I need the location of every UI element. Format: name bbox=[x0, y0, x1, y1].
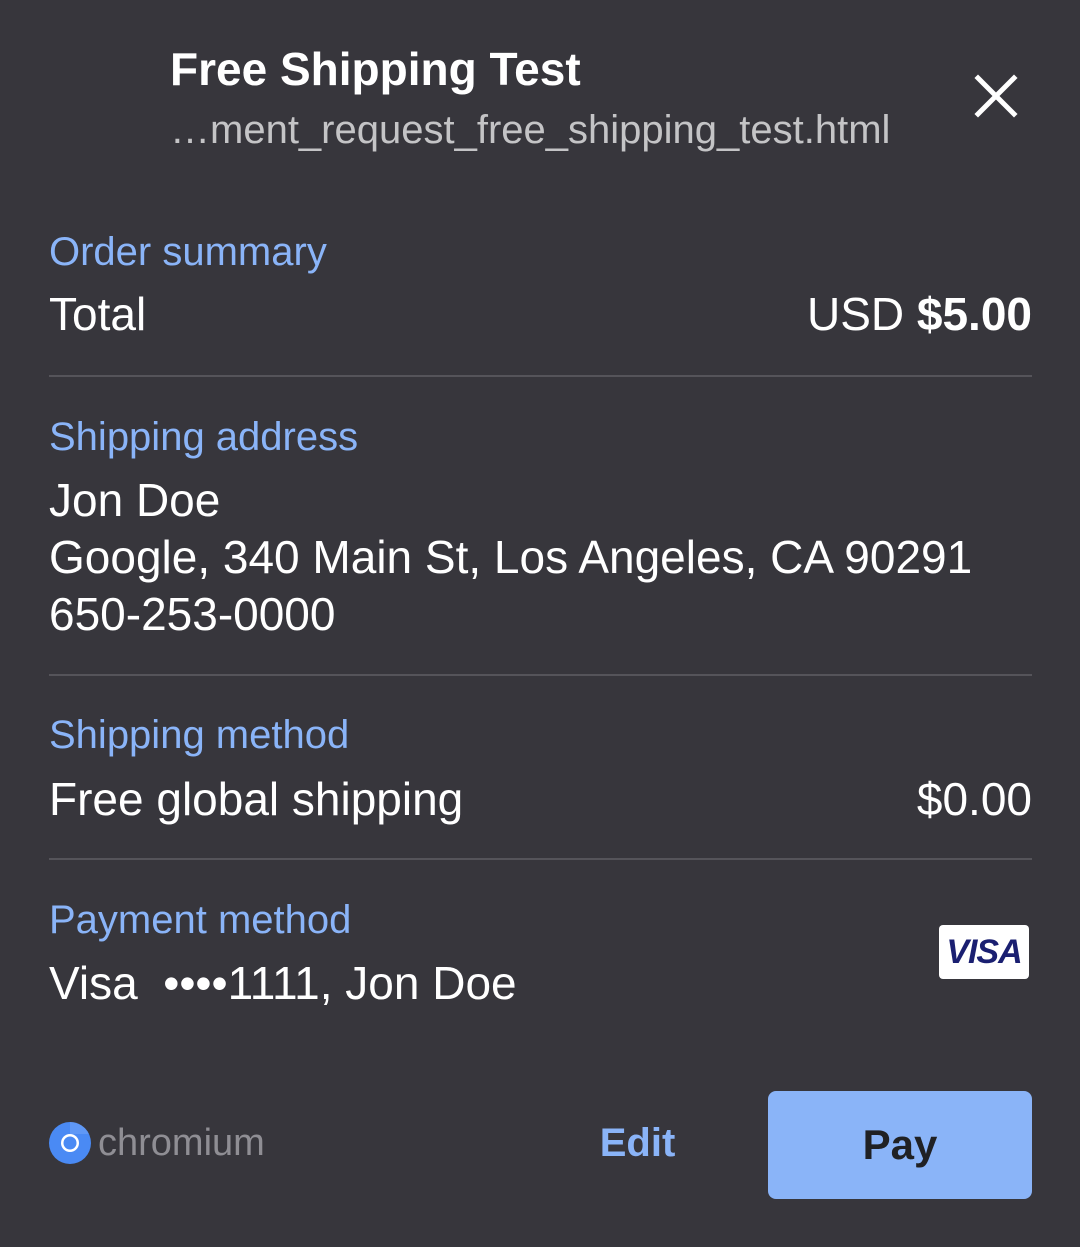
payment-method-label: Payment method bbox=[49, 898, 352, 942]
close-button[interactable] bbox=[966, 66, 1026, 126]
shipping-address-label: Shipping address bbox=[49, 415, 359, 459]
shipping-method-section[interactable]: Shipping method Free global shipping $0.… bbox=[49, 708, 1032, 838]
total-amount: USD $5.00 bbox=[807, 287, 1032, 341]
brand-name: chromium bbox=[98, 1121, 265, 1164]
visa-card-icon: VISA bbox=[939, 925, 1029, 979]
dialog-header: Free Shipping Test …ment_request_free_sh… bbox=[0, 0, 1080, 190]
divider bbox=[49, 858, 1032, 860]
order-summary-section[interactable]: Order summary Total USD $5.00 bbox=[49, 225, 1032, 355]
order-summary-label: Order summary bbox=[49, 230, 327, 274]
currency-code: USD bbox=[806, 288, 905, 340]
street-address: Google, 340 Main St, Los Angeles, CA 902… bbox=[49, 531, 973, 583]
origin-url: …ment_request_free_shipping_test.html bbox=[170, 108, 891, 152]
shipping-address-section[interactable]: Shipping address Jon Doe Google, 340 Mai… bbox=[49, 410, 1032, 660]
pay-button[interactable]: Pay bbox=[768, 1091, 1032, 1199]
divider bbox=[49, 674, 1032, 676]
divider bbox=[49, 375, 1032, 377]
shipping-price: $0.00 bbox=[916, 773, 1032, 825]
recipient-name: Jon Doe bbox=[49, 474, 221, 526]
brand-logo: chromium bbox=[48, 1118, 265, 1168]
payment-summary: Visa ••••1111, Jon Doe bbox=[49, 957, 517, 1009]
shipping-method-label: Shipping method bbox=[49, 713, 350, 757]
total-label: Total bbox=[49, 288, 147, 340]
edit-button[interactable]: Edit bbox=[580, 1108, 695, 1178]
payment-method-section[interactable]: Payment method Visa ••••1111, Jon Doe bbox=[49, 893, 1032, 1023]
close-icon bbox=[974, 74, 1018, 118]
shipping-option: Free global shipping bbox=[49, 773, 464, 825]
chromium-logo-icon bbox=[49, 1122, 91, 1164]
page-title: Free Shipping Test bbox=[170, 43, 581, 95]
phone-number: 650-253-0000 bbox=[49, 588, 336, 640]
total-value: $5.00 bbox=[916, 288, 1032, 340]
